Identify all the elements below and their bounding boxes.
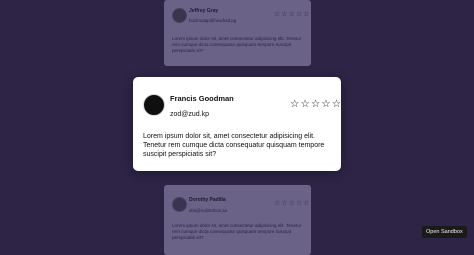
star-icon[interactable]: ☆ xyxy=(311,99,320,110)
review-text: Lorem ipsum dolor sit, amet consectetur … xyxy=(172,223,302,240)
review-card-bottom: Dorothy Padilla dris@vulimdzos.za ☆ ☆ ☆ … xyxy=(164,185,311,255)
review-card-top: Jeffrey Gray hozimutap@huwfutd.pg ☆ ☆ ☆ … xyxy=(164,0,311,66)
avatar xyxy=(172,8,187,23)
reviewer-email: zod@zud.kp xyxy=(170,111,210,118)
review-card-active: Francis Goodman zod@zud.kp ☆ ☆ ☆ ☆ ☆ Lor… xyxy=(133,77,341,171)
star-icon[interactable]: ☆ xyxy=(332,99,341,110)
star-rating: ☆ ☆ ☆ ☆ ☆ xyxy=(274,200,309,207)
star-icon[interactable]: ☆ xyxy=(290,99,299,110)
star-icon[interactable]: ☆ xyxy=(274,200,280,207)
reviewer-name: Francis Goodman xyxy=(170,94,234,103)
star-icon[interactable]: ☆ xyxy=(289,11,295,18)
star-icon[interactable]: ☆ xyxy=(281,11,287,18)
star-icon[interactable]: ☆ xyxy=(303,11,309,18)
star-icon[interactable]: ☆ xyxy=(296,200,302,207)
star-icon[interactable]: ☆ xyxy=(300,99,309,110)
star-icon[interactable]: ☆ xyxy=(289,200,295,207)
review-text: Lorem ipsum dolor sit, amet consectetur … xyxy=(143,133,325,159)
star-rating: ☆ ☆ ☆ ☆ ☆ xyxy=(290,99,341,110)
star-icon[interactable]: ☆ xyxy=(274,11,280,18)
reviewer-email: hozimutap@huwfutd.pg xyxy=(189,18,237,23)
star-icon[interactable]: ☆ xyxy=(321,99,330,110)
star-icon[interactable]: ☆ xyxy=(281,200,287,207)
star-icon[interactable]: ☆ xyxy=(296,11,302,18)
reviewer-email: dris@vulimdzos.za xyxy=(189,208,227,213)
star-icon[interactable]: ☆ xyxy=(303,200,309,207)
avatar xyxy=(143,94,165,116)
avatar xyxy=(172,197,187,212)
star-rating: ☆ ☆ ☆ ☆ ☆ xyxy=(274,11,309,18)
reviewer-name: Dorothy Padilla xyxy=(189,197,226,203)
reviewer-name: Jeffrey Gray xyxy=(189,8,219,14)
review-text: Lorem ipsum dolor sit, amet consectetur … xyxy=(172,36,302,53)
open-sandbox-button[interactable]: Open Sandbox xyxy=(422,226,467,238)
